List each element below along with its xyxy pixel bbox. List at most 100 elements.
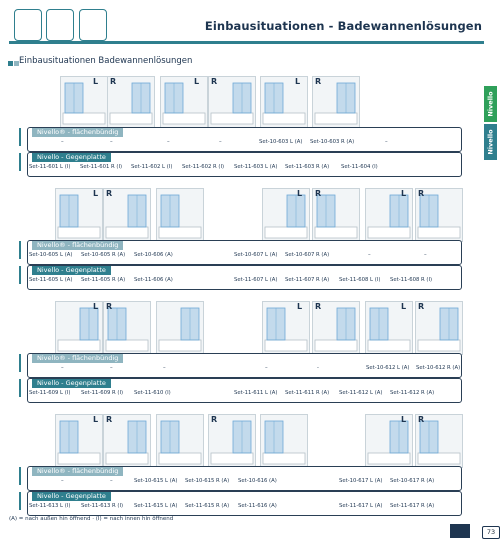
counter-value: Set-11-611 R (A): [285, 390, 330, 396]
flush-value: Set-10-603 R (A): [310, 139, 355, 145]
flush-band: Nivello® - flächenbündig – – – – - Set-1…: [27, 353, 462, 378]
orientation-label: L: [295, 77, 301, 86]
product-image: [156, 301, 204, 355]
counter-value: Set-11-606 (A): [134, 277, 173, 283]
counter-value: Set-11-611 L (A): [234, 390, 278, 396]
product-image: [156, 188, 204, 242]
page-number: 73: [482, 526, 500, 539]
row-marker: [19, 241, 21, 259]
orientation-label: R: [418, 302, 425, 311]
flush-label: Nivello® - flächenbündig: [32, 128, 124, 137]
flush-value: –: [110, 365, 113, 371]
counter-value: Set-11-602 R (I): [182, 164, 225, 170]
flush-value: –: [265, 365, 268, 371]
product-image: [156, 414, 204, 468]
side-tab-nivello[interactable]: Nivello: [484, 124, 497, 160]
flush-value: –: [368, 252, 371, 258]
section-bullet-icon: [8, 61, 13, 66]
counter-value: Set-11-601 R (I): [80, 164, 123, 170]
legend-text: (A) = nach außen hin öffnend · (I) = nac…: [9, 516, 174, 522]
brand-logo: [450, 524, 470, 538]
counter-value: Set-11-608 R (I): [390, 277, 433, 283]
product-image: [160, 76, 208, 128]
counter-value: Set-11-609 L (I): [29, 390, 71, 396]
counter-value: Set-11-616 (A): [238, 503, 277, 509]
flush-band: Nivello® - flächenbündig Set-10-605 L (A…: [27, 240, 462, 265]
flush-value: Set-10-617 L (A): [339, 478, 383, 484]
flush-value: Set-10-607 L (A): [234, 252, 278, 258]
orientation-label: L: [93, 415, 99, 424]
counter-value: Set-11-617 L (A): [339, 503, 383, 509]
shower-sketch-icon: [158, 307, 202, 352]
row-marker: [19, 492, 21, 510]
flush-label: Nivello® - flächenbündig: [32, 354, 124, 363]
row-marker: [19, 266, 21, 284]
row-marker: [19, 153, 21, 171]
flush-band: Nivello® - flächenbündig – – Set-10-615 …: [27, 466, 462, 491]
flush-value: –: [163, 365, 166, 371]
counter-label: Nivello - Gegenplatte: [32, 266, 111, 275]
counter-value: Set-11-605 L (A): [29, 277, 73, 283]
flush-value: Set-10-617 R (A): [390, 478, 435, 484]
shower-sketch-icon: [158, 420, 202, 465]
counter-value: Set-11-603 R (A): [285, 164, 330, 170]
header-box-1: [14, 9, 42, 41]
flush-label: Nivello® - flächenbündig: [32, 241, 124, 250]
flush-value: Set-10-605 R (A): [81, 252, 126, 258]
product-image: [60, 76, 108, 128]
counter-value: Set-11-603 L (A): [234, 164, 278, 170]
orientation-label: R: [315, 77, 322, 86]
counter-value: Set-11-610 (I): [134, 390, 171, 396]
side-tab-nivello-plus[interactable]: Nivello: [484, 86, 497, 122]
flush-value: Set-10-605 L (A): [29, 252, 73, 258]
counter-value: Set-11-602 L (I): [131, 164, 173, 170]
flush-value: –: [424, 252, 427, 258]
product-image: [262, 301, 310, 355]
counter-value: Set-11-607 R (A): [285, 277, 330, 283]
page-title: Einbausituationen - Badewannenlösungen: [204, 19, 482, 33]
orientation-label: L: [93, 302, 99, 311]
shower-sketch-icon: [158, 194, 202, 239]
shower-sketch-icon: [262, 420, 306, 465]
flush-value: Set-10-603 L (A): [259, 139, 303, 145]
orientation-label: R: [315, 302, 322, 311]
orientation-label: R: [110, 77, 117, 86]
counter-value: Set-11-607 L (A): [234, 277, 278, 283]
flush-value: –: [385, 139, 388, 145]
counter-value: Set-11-601 L (I): [29, 164, 71, 170]
orientation-label: R: [106, 415, 113, 424]
counter-value: Set-11-615 R (A): [185, 503, 230, 509]
counter-band: Nivello - Gegenplatte Set-11-609 L (I) S…: [27, 378, 462, 403]
orientation-label: L: [297, 189, 303, 198]
orientation-label: R: [106, 302, 113, 311]
counter-band: Nivello - Gegenplatte Set-11-601 L (I) S…: [27, 152, 462, 177]
counter-value: Set-11-605 R (A): [81, 277, 126, 283]
flush-band: Nivello® - flächenbündig – – – – Set-10-…: [27, 127, 462, 152]
counter-label: Nivello - Gegenplatte: [32, 492, 111, 501]
flush-value: –: [110, 478, 113, 484]
counter-value: Set-11-608 L (I): [339, 277, 381, 283]
product-image: [260, 76, 308, 128]
product-image: [260, 414, 308, 468]
counter-label: Nivello - Gegenplatte: [32, 153, 111, 162]
counter-value: Set-11-609 R (I): [81, 390, 124, 396]
flush-value: –: [219, 139, 222, 145]
row-marker: [19, 467, 21, 485]
flush-value: Set-10-612 R (A): [416, 365, 461, 371]
shower-sketch-icon: [162, 82, 206, 125]
orientation-label: L: [401, 189, 407, 198]
flush-value: Set-10-607 R (A): [285, 252, 330, 258]
flush-value: –: [61, 365, 64, 371]
flush-value: Set-10-612 L (A): [366, 365, 410, 371]
counter-value: Set-11-615 L (A): [134, 503, 178, 509]
header-box-3: [79, 9, 107, 41]
counter-band: Nivello - Gegenplatte Set-11-605 L (A) S…: [27, 265, 462, 290]
counter-label: Nivello - Gegenplatte: [32, 379, 111, 388]
product-image: [262, 188, 310, 242]
counter-band: Nivello - Gegenplatte Set-11-613 L (I) S…: [27, 491, 462, 516]
row-marker: [19, 128, 21, 146]
flush-value: Set-10-616 (A): [238, 478, 277, 484]
header-box-2: [46, 9, 74, 41]
flush-value: –: [61, 139, 64, 145]
orientation-label: R: [418, 415, 425, 424]
